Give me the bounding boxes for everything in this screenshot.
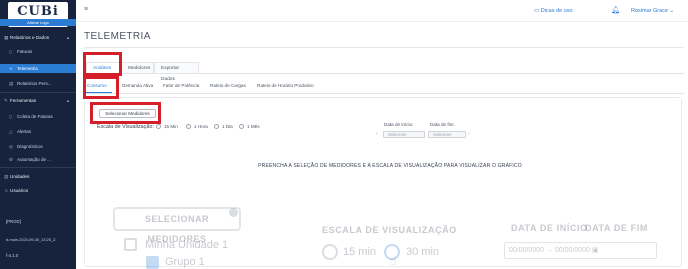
scale-option-label: 1 Dia bbox=[222, 124, 233, 129]
scale-radio-1mes[interactable] bbox=[239, 124, 244, 129]
hint-unit-label: Minha Unidade 1 bbox=[145, 239, 229, 251]
tv-icon: ▭ bbox=[534, 8, 540, 14]
sidebar-item-label: Usuários bbox=[10, 188, 29, 193]
sidebar-item-label: Alertas bbox=[17, 129, 32, 134]
end-date-input[interactable]: Selecione bbox=[428, 131, 466, 138]
start-date-label: Data de início: bbox=[384, 122, 414, 127]
subtab-rateio-cargas[interactable]: Rateio de Cargas bbox=[210, 83, 246, 88]
title-divider bbox=[84, 47, 684, 48]
next-date-arrow-icon[interactable]: › bbox=[468, 131, 470, 137]
scale-option-label: 1 Mês bbox=[247, 124, 260, 129]
gear-icon: ⚙ bbox=[9, 157, 14, 162]
build-label: b-main-2024-09-30_13:25_Z bbox=[6, 237, 56, 242]
subtab-demanda-ativa[interactable]: Demanda Ativa bbox=[122, 83, 153, 88]
sidebar: CUBi Alterar Logo ▦ Relatórios e Dados ▲… bbox=[0, 0, 76, 269]
user-icon: ☺ bbox=[4, 188, 9, 193]
logo-text: CUBi bbox=[17, 4, 59, 19]
building-icon: ▥ bbox=[4, 174, 9, 179]
range-arrow-icon: → bbox=[546, 247, 553, 254]
top-bar bbox=[76, 0, 688, 22]
pulse-icon: ∿ bbox=[9, 66, 13, 71]
sidebar-item-unidades[interactable]: ▥ Unidades bbox=[0, 172, 76, 181]
calendar-icon: ▣ bbox=[591, 247, 599, 254]
sidebar-item-label: Diagnósticos bbox=[17, 144, 43, 149]
sidebar-group-ferramentas[interactable]: ✎ Ferramentas ▲ bbox=[0, 96, 76, 105]
sidebar-item-automacao[interactable]: ⚙ Automação de ... bbox=[0, 155, 76, 164]
scale-radio-15min[interactable] bbox=[156, 124, 161, 129]
user-name: Rosimar Grace bbox=[631, 8, 668, 14]
tips-link[interactable]: ▭ Dicas de uso bbox=[534, 8, 573, 14]
sidebar-item-label: Telemetria bbox=[17, 66, 38, 71]
subtabs-divider bbox=[84, 93, 684, 94]
hint-select-meters: SELECIONAR MEDIDORES bbox=[113, 207, 241, 244]
sidebar-item-relatorios-pers[interactable]: ▤ Relatórios Pers... bbox=[0, 79, 76, 88]
sidebar-item-alertas[interactable]: △ Alertas bbox=[0, 127, 76, 136]
file-icon: ▯ bbox=[9, 49, 12, 54]
sidebar-item-usuarios[interactable]: ☺ Usuários bbox=[0, 186, 76, 195]
sidebar-divider bbox=[0, 167, 76, 168]
subtab-rateio-horario[interactable]: Rateio de Horário Produtivo bbox=[257, 83, 314, 88]
sidebar-group-relatorios[interactable]: ▦ Relatórios e Dados ▲ bbox=[0, 33, 76, 42]
sidebar-item-coleta[interactable]: ▯ Coleta de Faturas bbox=[0, 112, 76, 121]
sidebar-group-label: Ferramentas bbox=[10, 98, 37, 103]
tips-label: Dicas de uso bbox=[540, 8, 573, 14]
sidebar-item-label: Relatórios Pers... bbox=[17, 81, 52, 86]
hint-group-label: Grupo 1 bbox=[165, 256, 205, 268]
version-label: f-4.1.0 bbox=[6, 253, 19, 258]
start-date-input[interactable]: Selecione bbox=[383, 131, 425, 138]
hint-end-heading: DATA DE FIM bbox=[585, 223, 648, 233]
change-logo-link[interactable]: Alterar Logo bbox=[0, 19, 76, 26]
wrench-icon: ✎ bbox=[4, 98, 8, 103]
diagnostic-icon: ◎ bbox=[9, 144, 13, 149]
sidebar-item-faturas[interactable]: ▯ Faturas bbox=[0, 47, 76, 56]
chart-icon: ▦ bbox=[4, 35, 9, 40]
empty-state-message: PREENCHA A SELEÇÃO DE MEDIDORES E A ESCA… bbox=[258, 163, 522, 169]
prev-date-arrow-icon[interactable]: ‹ bbox=[376, 131, 378, 137]
sidebar-item-telemetria[interactable]: ∿ Telemetria bbox=[0, 64, 76, 73]
environment-label: [PROD] bbox=[6, 219, 21, 224]
menu-icon[interactable]: ≡ bbox=[84, 6, 88, 13]
hint-checkbox-unit bbox=[124, 238, 137, 251]
hint-notification-dot bbox=[229, 208, 238, 217]
sidebar-item-label: Coleta de Faturas bbox=[17, 114, 53, 119]
tab-exportar-dados[interactable]: Exportar Dados bbox=[154, 62, 199, 82]
highlight-box-select bbox=[90, 102, 161, 124]
scale-label: Escala de Visualização: bbox=[97, 124, 154, 130]
scale-radio-1hora[interactable] bbox=[186, 124, 191, 129]
report-icon: ▤ bbox=[9, 81, 14, 86]
alert-icon: △ bbox=[9, 129, 13, 134]
tab-medidores[interactable]: Medidores bbox=[121, 62, 154, 73]
subtab-fator-potencia[interactable]: Fator de Potência bbox=[163, 83, 199, 88]
user-menu[interactable]: Rosimar Grace ⌄ bbox=[631, 8, 674, 14]
chevron-up-icon: ▲ bbox=[66, 35, 70, 40]
highlight-box-consumo bbox=[83, 76, 119, 99]
sidebar-group-label: Relatórios e Dados bbox=[10, 35, 50, 40]
tabs-divider bbox=[84, 73, 684, 74]
sidebar-item-label: Unidades bbox=[10, 174, 30, 179]
hint-start-heading: DATA DE INÍCIO bbox=[511, 223, 588, 233]
page-title: TELEMETRIA bbox=[84, 31, 151, 42]
end-date-label: Data de fim: bbox=[430, 122, 455, 127]
sidebar-item-label: Faturas bbox=[17, 49, 33, 54]
hint-radio-15 bbox=[322, 244, 338, 260]
hint-end-value: 00/00/0000 bbox=[554, 247, 590, 254]
sidebar-divider bbox=[0, 92, 76, 93]
hint-radio-15-label: 15 min bbox=[343, 246, 377, 258]
sidebar-item-label: Automação de ... bbox=[17, 157, 52, 162]
scale-option-label: 1 Hora bbox=[194, 124, 208, 129]
sidebar-item-diagnosticos[interactable]: ◎ Diagnósticos bbox=[0, 142, 76, 151]
hint-checkbox-group bbox=[146, 256, 159, 269]
highlight-box-analises bbox=[83, 52, 122, 76]
hand-cursor-icon: ☝ bbox=[389, 253, 397, 268]
hint-scale-heading: ESCALA DE VISUALIZAÇÃO bbox=[322, 225, 457, 235]
scale-option-label: 15 Min bbox=[164, 124, 178, 129]
hint-radio-30-label: 30 min bbox=[406, 246, 440, 258]
bell-icon[interactable]: 🔔︎ bbox=[611, 6, 620, 14]
hint-date-range: 00/00/0000 → 00/00/0000 ▣ bbox=[504, 242, 657, 259]
chevron-up-icon: ▲ bbox=[66, 98, 70, 103]
chevron-down-icon: ⌄ bbox=[669, 8, 675, 14]
hint-start-value: 00/00/0000 bbox=[509, 247, 545, 254]
scale-radio-1dia[interactable] bbox=[214, 124, 219, 129]
download-icon: ▯ bbox=[9, 114, 12, 119]
